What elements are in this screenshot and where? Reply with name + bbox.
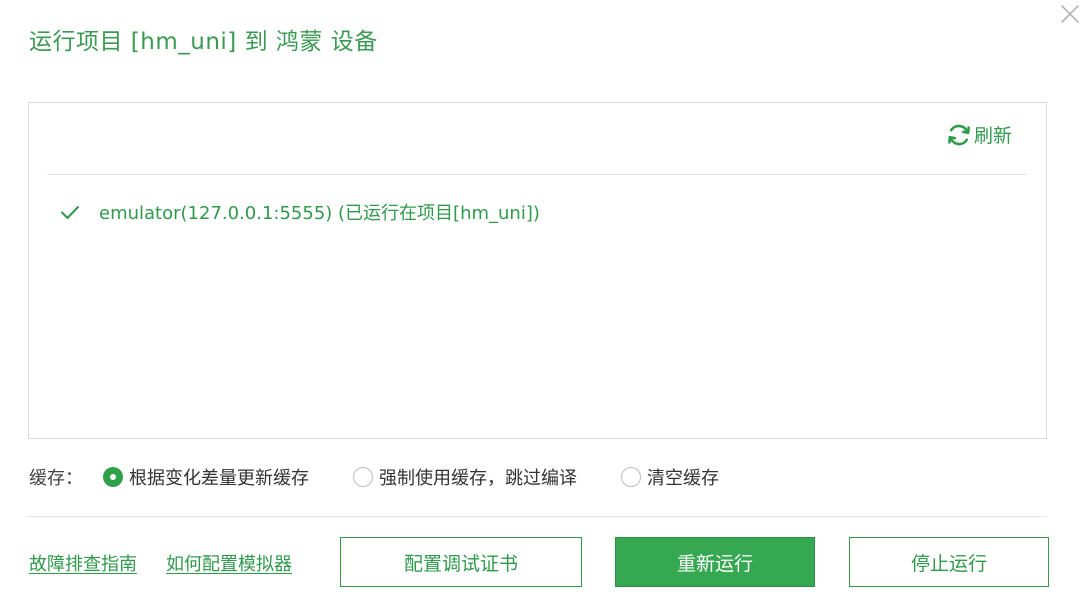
configure-emulator-link[interactable]: 如何配置模拟器 <box>166 550 292 576</box>
cache-option-incremental[interactable]: 根据变化差量更新缓存 <box>103 464 309 490</box>
troubleshooting-guide-link[interactable]: 故障排查指南 <box>29 550 137 576</box>
dialog-title: 运行项目 [hm_uni] 到 鸿蒙 设备 <box>29 29 378 55</box>
cache-option-label: 清空缓存 <box>647 468 719 489</box>
cache-label: 缓存： <box>29 468 83 489</box>
cache-options: 缓存： 根据变化差量更新缓存 强制使用缓存，跳过编译 清空缓存 <box>29 464 763 490</box>
refresh-icon <box>948 124 970 145</box>
radio-checked[interactable] <box>103 467 123 487</box>
rerun-button[interactable]: 重新运行 <box>615 537 815 587</box>
close-button[interactable] <box>1058 2 1080 26</box>
cache-option-label: 强制使用缓存，跳过编译 <box>379 468 577 489</box>
cache-option-label: 根据变化差量更新缓存 <box>129 468 309 489</box>
refresh-label: 刷新 <box>973 125 1012 147</box>
configure-debug-cert-button[interactable]: 配置调试证书 <box>340 537 582 587</box>
panel-divider <box>47 174 1027 175</box>
device-list-item[interactable]: emulator(127.0.0.1:5555) (已运行在项目[hm_uni]… <box>59 199 540 225</box>
cache-option-clear[interactable]: 清空缓存 <box>621 464 719 490</box>
footer-divider <box>28 516 1047 517</box>
radio-unchecked[interactable] <box>353 467 373 487</box>
refresh-button[interactable]: 刷新 <box>946 121 1012 148</box>
close-icon <box>1061 5 1079 23</box>
radio-unchecked[interactable] <box>621 467 641 487</box>
device-list-panel: 刷新 emulator(127.0.0.1:5555) (已运行在项目[hm_u… <box>28 102 1047 439</box>
stop-run-button[interactable]: 停止运行 <box>849 537 1049 587</box>
cache-option-force-cache[interactable]: 强制使用缓存，跳过编译 <box>353 464 577 490</box>
device-label: emulator(127.0.0.1:5555) (已运行在项目[hm_uni]… <box>99 203 540 224</box>
check-icon <box>61 206 79 219</box>
